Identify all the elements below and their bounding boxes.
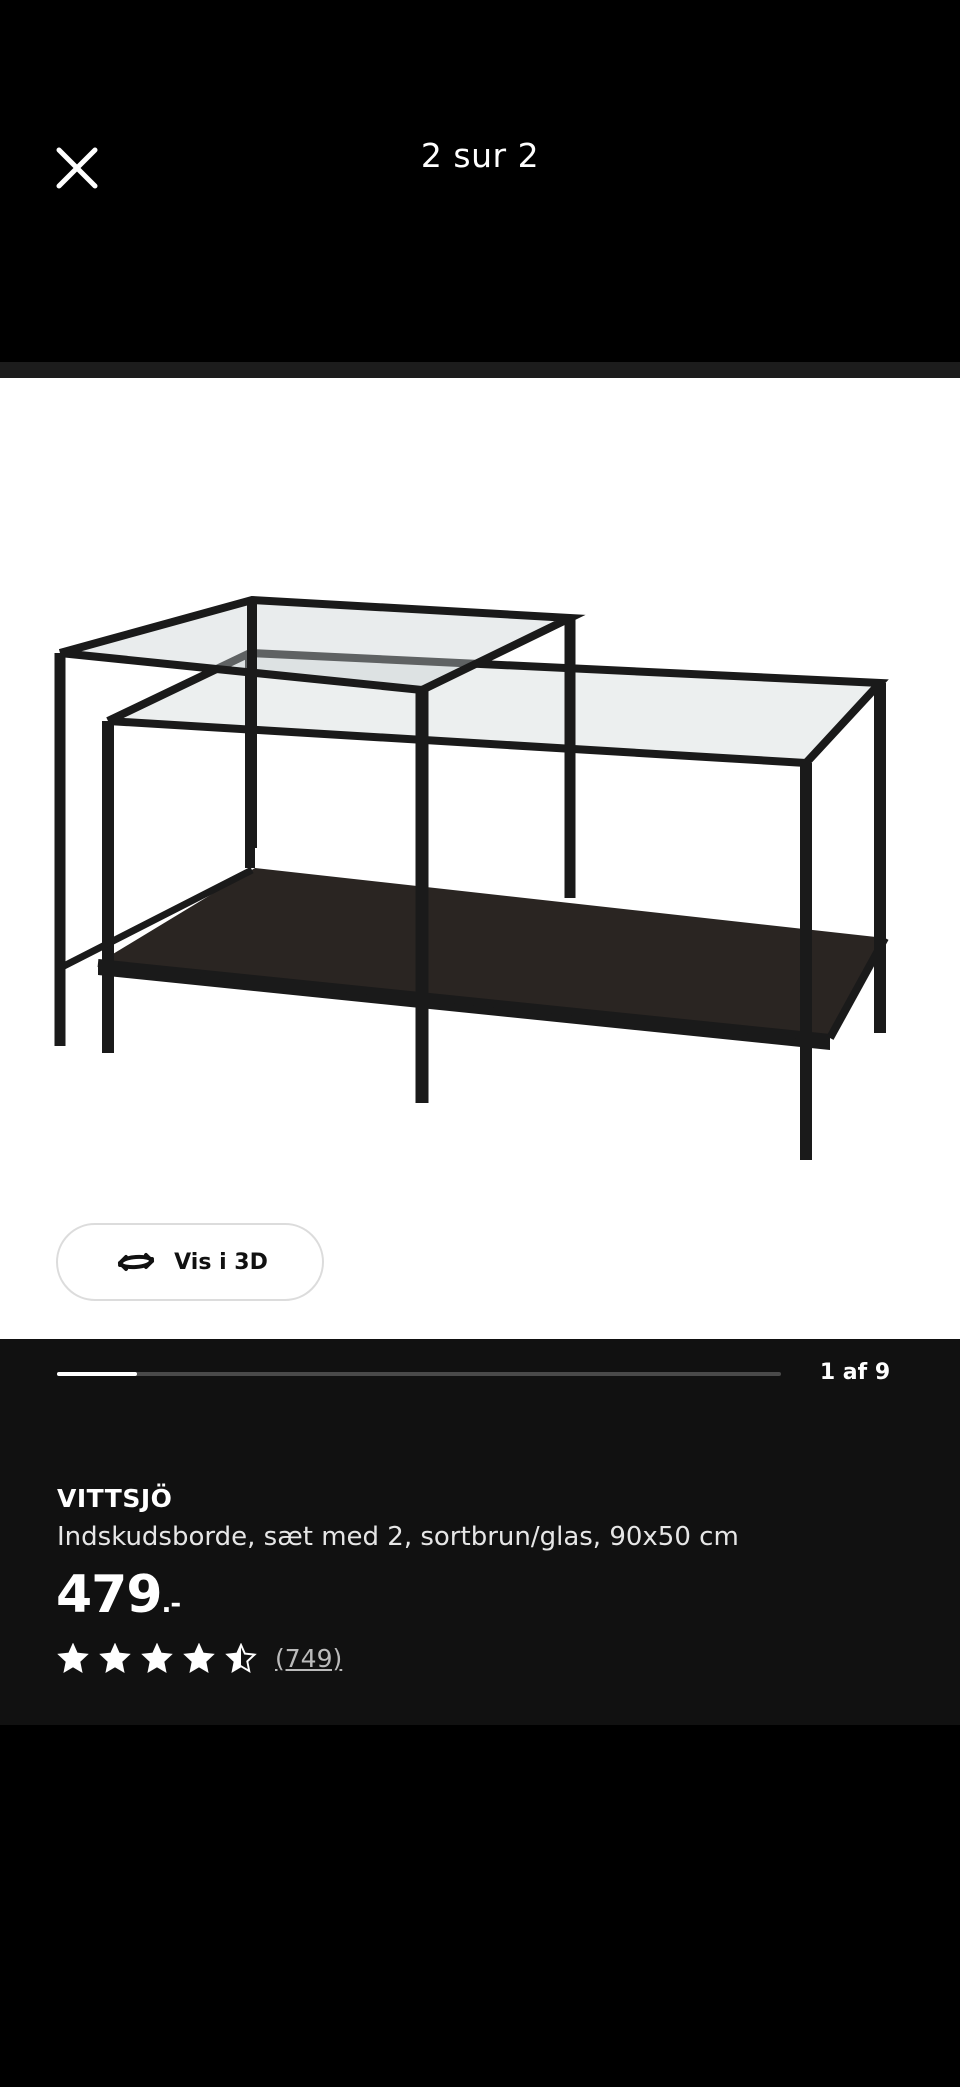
- star-full-icon: [57, 1643, 89, 1673]
- nesting-tables-illustration: [54, 595, 889, 1160]
- viewer-top-bar: 2 sur 2: [0, 0, 960, 362]
- review-count-link[interactable]: (749): [275, 1644, 342, 1673]
- product-image[interactable]: Vis i 3D: [0, 378, 960, 1339]
- product-price: 479.-: [56, 1565, 182, 1625]
- gallery-progress-bar: [57, 1372, 781, 1376]
- product-description: Indskudsborde, sæt med 2, sortbrun/glas,…: [57, 1522, 739, 1552]
- star-rating: [57, 1643, 257, 1673]
- star-full-icon: [141, 1643, 173, 1673]
- product-name: VITTSJÖ: [57, 1484, 173, 1513]
- rotate-3d-icon: [118, 1253, 155, 1271]
- divider: [0, 362, 960, 378]
- slide-count: 1 af 9: [819, 1360, 891, 1385]
- star-half-icon: [225, 1643, 257, 1673]
- view-3d-label: Vis i 3D: [174, 1249, 268, 1275]
- page-counter: 2 sur 2: [420, 136, 540, 175]
- rating[interactable]: (749): [57, 1643, 342, 1673]
- bottom-area: [0, 1725, 960, 2087]
- gallery-progress-fill: [57, 1372, 137, 1376]
- price-suffix: .-: [161, 1589, 182, 1619]
- star-full-icon: [99, 1643, 131, 1673]
- star-full-icon: [183, 1643, 215, 1673]
- view-3d-button[interactable]: Vis i 3D: [56, 1223, 324, 1301]
- price-value: 479: [56, 1565, 163, 1625]
